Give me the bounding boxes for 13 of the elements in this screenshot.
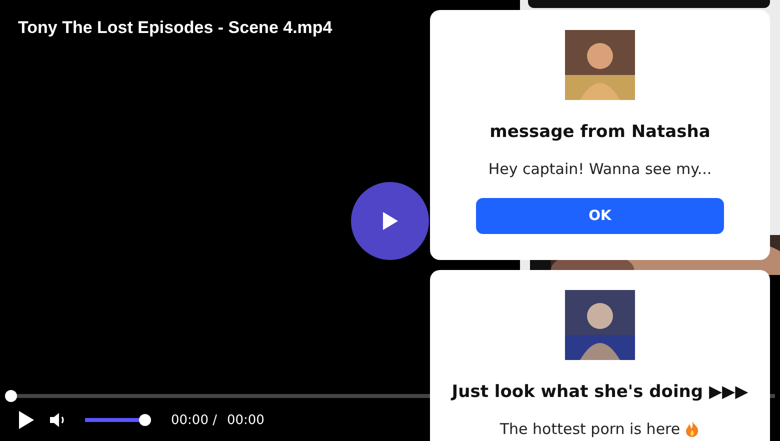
popup-title: message from Natasha	[490, 122, 710, 142]
popup-message: Hey captain! Wanna see my...	[488, 160, 712, 178]
play-icon[interactable]	[17, 410, 35, 430]
ok-button[interactable]: OK	[476, 198, 724, 234]
progress-thumb[interactable]	[5, 390, 17, 402]
current-time: 00:00 /	[171, 412, 217, 428]
fire-icon	[684, 420, 700, 438]
play-icon	[380, 210, 400, 232]
total-time: 00:00	[226, 412, 264, 428]
popup-title: Just look what she's doing ▶▶▶	[452, 382, 748, 402]
video-title: Tony The Lost Episodes - Scene 4.mp4	[18, 18, 332, 38]
popup-message: The hottest porn is here	[500, 420, 700, 438]
volume-icon[interactable]	[49, 412, 67, 428]
